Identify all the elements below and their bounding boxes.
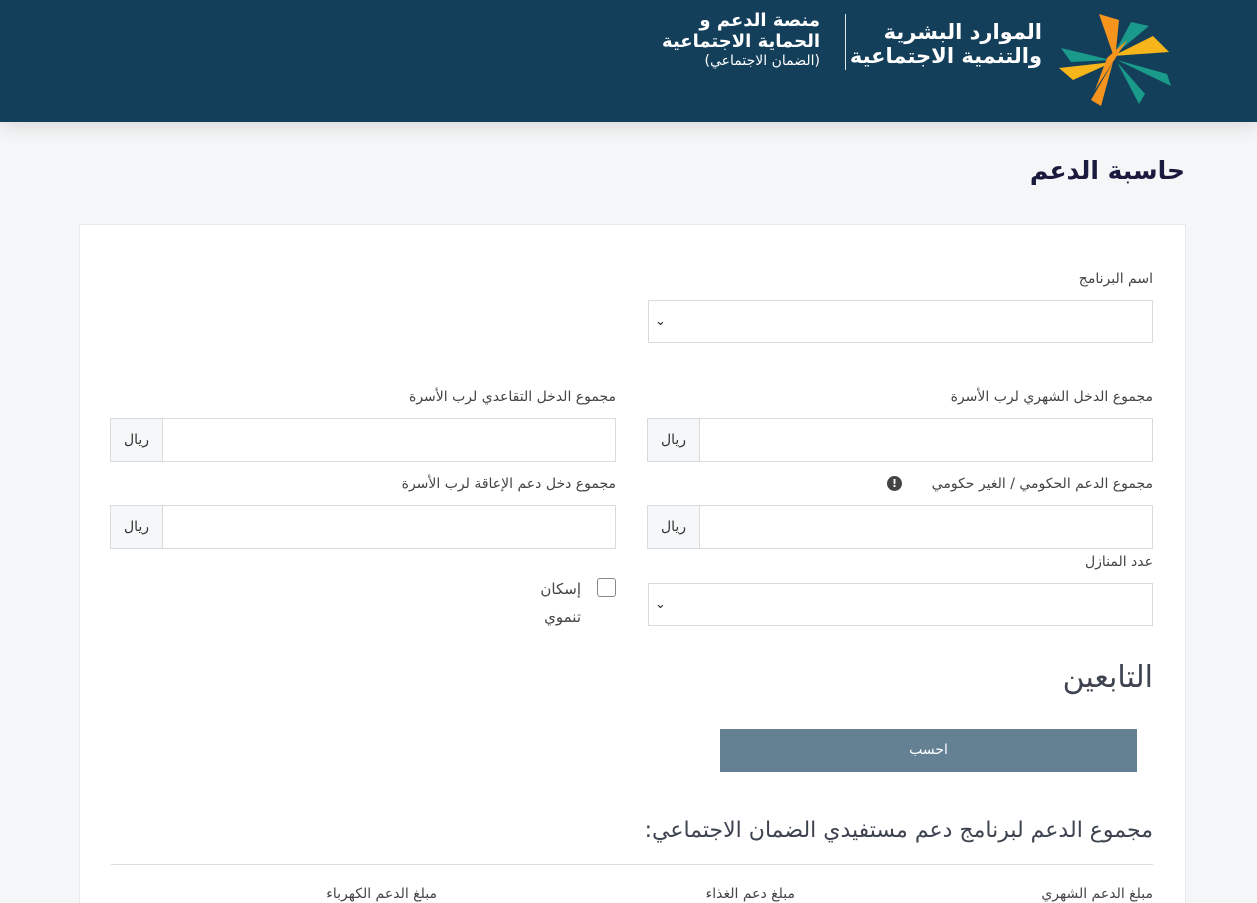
monthly-income-input[interactable] bbox=[700, 419, 1152, 461]
chevron-down-icon: ⌄ bbox=[655, 597, 666, 612]
retirement-income-input[interactable] bbox=[163, 419, 615, 461]
ministry-name-line1: الموارد البشرية bbox=[883, 20, 1042, 44]
page-title: حاسبة الدعم bbox=[1029, 156, 1185, 185]
info-icon[interactable]: ! bbox=[887, 476, 902, 491]
ministry-name-line2: والتنمية الاجتماعية bbox=[849, 44, 1042, 68]
currency-addon: ريال bbox=[111, 419, 163, 461]
hrsd-logo-icon bbox=[1059, 14, 1171, 106]
houses-count-select[interactable]: ⌄ bbox=[648, 583, 1153, 626]
dev-housing-checkbox[interactable] bbox=[597, 578, 616, 597]
platform-name-subtitle: (الضمان الاجتماعي) bbox=[704, 53, 820, 69]
platform-name: منصة الدعم و الحماية الاجتماعية (الضمان … bbox=[600, 10, 820, 71]
dependents-heading: التابعين bbox=[1062, 660, 1153, 695]
top-header-bar: الموارد البشرية والتنمية الاجتماعية منصة… bbox=[0, 0, 1257, 122]
retirement-income-label: مجموع الدخل التقاعدي لرب الأسرة bbox=[409, 389, 616, 405]
results-heading: مجموع الدعم لبرنامج دعم مستفيدي الضمان ا… bbox=[644, 818, 1153, 843]
header-divider bbox=[845, 14, 846, 70]
electricity-support-label: مبلغ الدعم الكهرباء bbox=[326, 886, 437, 902]
chevron-down-icon: ⌄ bbox=[655, 314, 666, 329]
calculate-button[interactable]: احسب bbox=[720, 729, 1137, 772]
gov-support-input[interactable] bbox=[700, 506, 1152, 548]
dev-housing-label-line1: إسكان bbox=[540, 580, 581, 598]
monthly-income-label: مجموع الدخل الشهري لرب الأسرة bbox=[950, 389, 1153, 405]
monthly-support-label: مبلغ الدعم الشهري bbox=[1041, 886, 1153, 902]
currency-addon: ريال bbox=[648, 506, 700, 548]
gov-support-input-group: ريال bbox=[647, 505, 1153, 549]
dev-housing-label-line2: تنموي bbox=[544, 608, 581, 626]
dev-housing-label: إسكان تنموي bbox=[521, 575, 581, 631]
disability-income-input-group: ريال bbox=[110, 505, 616, 549]
disability-income-label: مجموع دخل دعم الإعاقة لرب الأسرة bbox=[401, 476, 616, 492]
ministry-name: الموارد البشرية والتنمية الاجتماعية bbox=[832, 20, 1042, 68]
platform-name-line2: الحماية الاجتماعية bbox=[662, 31, 820, 52]
currency-addon: ريال bbox=[111, 506, 163, 548]
monthly-income-input-group: ريال bbox=[647, 418, 1153, 462]
retirement-income-input-group: ريال bbox=[110, 418, 616, 462]
houses-count-label: عدد المنازل bbox=[1084, 554, 1153, 570]
disability-income-input[interactable] bbox=[163, 506, 615, 548]
platform-name-line1: منصة الدعم و bbox=[699, 10, 820, 31]
currency-addon: ريال bbox=[648, 419, 700, 461]
results-divider bbox=[111, 864, 1153, 865]
program-name-select[interactable]: ⌄ bbox=[648, 300, 1153, 343]
food-support-label: مبلغ دعم الغذاء bbox=[705, 886, 795, 902]
program-name-label: اسم البرنامج bbox=[1078, 271, 1153, 287]
gov-support-label: مجموع الدعم الحكومي / الغير حكومي bbox=[931, 476, 1153, 492]
